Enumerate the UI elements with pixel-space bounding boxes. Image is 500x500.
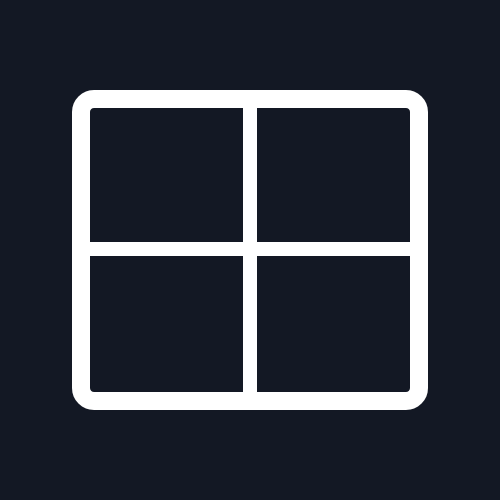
grid-icon — [72, 90, 428, 410]
icon-canvas — [0, 0, 500, 500]
